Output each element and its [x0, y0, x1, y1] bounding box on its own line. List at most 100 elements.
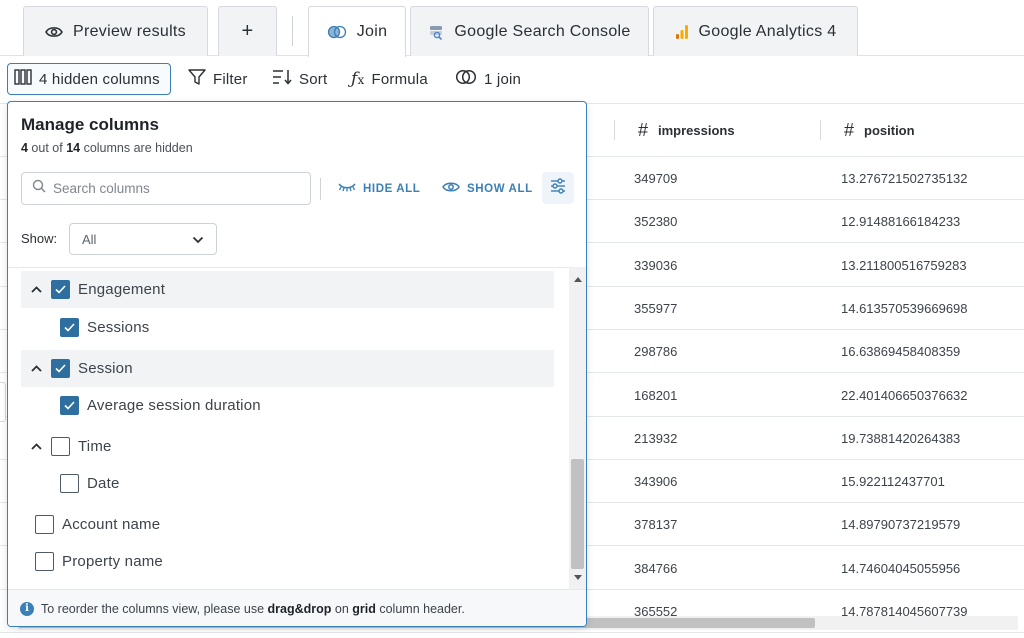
position-cell[interactable]: 14.89790737219579	[841, 503, 960, 546]
filter-button[interactable]: Filter	[188, 63, 248, 95]
add-tab-button[interactable]: +	[218, 6, 277, 56]
impressions-cell[interactable]: 343906	[634, 460, 677, 503]
column-list: Engagement Sessions Session Average session…	[8, 267, 586, 589]
tab-preview-results[interactable]: Preview results	[23, 6, 208, 56]
scroll-down-arrow-icon[interactable]	[569, 569, 586, 585]
number-type-icon: #	[844, 120, 855, 140]
impressions-cell[interactable]: 355977	[634, 287, 677, 330]
position-cell[interactable]: 16.63869458408359	[841, 330, 960, 373]
impressions-cell[interactable]: 168201	[634, 374, 677, 417]
column-item-property-name[interactable]: Property name	[35, 543, 163, 580]
checkbox-icon[interactable]	[35, 552, 54, 571]
column-header-position[interactable]: # position	[844, 104, 915, 157]
checkbox-icon[interactable]	[51, 437, 70, 456]
sort-button[interactable]: Sort	[272, 63, 327, 95]
impressions-cell[interactable]: 339036	[634, 244, 677, 287]
column-group-time[interactable]: Time	[21, 428, 554, 465]
formula-button[interactable]: ƒx Formula	[351, 63, 428, 95]
panel-title: Manage columns	[21, 115, 159, 134]
column-header-impressions[interactable]: # impressions	[638, 104, 735, 157]
column-item-date[interactable]: Date	[60, 465, 120, 502]
sort-label: Sort	[299, 70, 328, 88]
join-icon	[327, 25, 347, 39]
hidden-columns-button[interactable]: 4 hidden columns	[7, 63, 171, 95]
position-cell[interactable]: 14.613570539669698	[841, 287, 968, 330]
tab-strip: Preview results + Join Google Search Con…	[0, 0, 1024, 57]
show-filter-select[interactable]: All	[69, 223, 217, 255]
checkbox-icon[interactable]	[35, 515, 54, 534]
divider	[320, 178, 321, 200]
chevron-down-icon	[192, 232, 204, 247]
column-item-account-name[interactable]: Account name	[35, 506, 160, 543]
impressions-cell[interactable]: 352380	[634, 200, 677, 243]
impressions-cell[interactable]: 349709	[634, 157, 677, 200]
vertical-scrollbar-thumb[interactable]	[571, 459, 584, 569]
checked-checkbox-icon[interactable]	[60, 318, 79, 337]
position-cell[interactable]: 14.74604045055956	[841, 547, 960, 590]
show-all-button[interactable]: SHOW ALL	[442, 172, 533, 205]
hide-all-label: HIDE ALL	[363, 182, 421, 195]
tab-join[interactable]: Join	[308, 6, 406, 57]
checkbox-icon[interactable]	[60, 474, 79, 493]
position-cell[interactable]: 22.401406650376632	[841, 374, 968, 417]
column-header-label: impressions	[658, 123, 735, 138]
column-separator	[820, 120, 821, 140]
vertical-scrollbar[interactable]	[569, 267, 586, 589]
scroll-up-arrow-icon[interactable]	[569, 271, 586, 287]
tab-google-search-console[interactable]: Google Search Console	[410, 6, 649, 56]
checked-checkbox-icon[interactable]	[51, 359, 70, 378]
chevron-up-icon[interactable]	[25, 271, 47, 308]
search-icon	[32, 179, 46, 198]
show-filter-value: All	[82, 231, 97, 247]
hidden-count-text: 4 out of 14 columns are hidden	[21, 141, 193, 155]
impressions-cell[interactable]: 384766	[634, 547, 677, 590]
column-group-session[interactable]: Session	[21, 350, 554, 387]
tab-label: Preview results	[73, 22, 186, 40]
column-separator	[614, 120, 615, 140]
impressions-cell[interactable]: 298786	[634, 330, 677, 373]
chevron-up-icon[interactable]	[25, 350, 47, 387]
manage-columns-panel: Manage columns 4 out of 14 columns are h…	[7, 101, 587, 627]
tab-google-analytics-4[interactable]: Google Analytics 4	[653, 6, 858, 56]
position-cell[interactable]: 12.91488166184233	[841, 200, 960, 243]
collapsed-panel-handle[interactable]	[0, 382, 6, 422]
position-cell[interactable]: 19.73881420264383	[841, 417, 960, 460]
column-item-label: Account name	[62, 516, 161, 533]
chevron-up-icon[interactable]	[25, 428, 47, 465]
eye-closed-icon	[338, 182, 356, 195]
column-item-label: Time	[78, 438, 112, 455]
column-item-average-session-duration[interactable]: Average session duration	[60, 387, 261, 424]
position-cell[interactable]: 13.211800516759283	[841, 244, 967, 287]
filter-icon	[188, 69, 206, 89]
eye-icon	[45, 25, 63, 39]
show-filter-label: Show:	[21, 231, 58, 246]
column-item-sessions[interactable]: Sessions	[60, 309, 149, 346]
info-icon: i	[20, 601, 34, 616]
column-group-engagement[interactable]: Engagement	[21, 271, 554, 308]
tab-label: Join	[356, 23, 388, 40]
tab-label: Google Search Console	[454, 22, 631, 40]
eye-icon	[442, 181, 460, 196]
reorder-hint: i To reorder the columns view, please us…	[8, 589, 586, 626]
hide-all-button[interactable]: HIDE ALL	[338, 172, 420, 205]
impressions-cell[interactable]: 378137	[634, 503, 677, 546]
position-cell[interactable]: 15.922112437701	[841, 460, 945, 503]
position-cell[interactable]: 13.276721502735132	[841, 157, 968, 200]
search-columns-field[interactable]	[21, 172, 311, 205]
checked-checkbox-icon[interactable]	[60, 396, 79, 415]
column-item-label: Property name	[62, 553, 163, 570]
tab-divider	[292, 16, 293, 46]
app-root: Preview results + Join Google Search Con…	[0, 0, 1024, 638]
checked-checkbox-icon[interactable]	[51, 280, 70, 299]
analytics-icon	[675, 24, 689, 40]
number-type-icon: #	[638, 120, 649, 140]
plus-icon: +	[241, 20, 254, 42]
column-item-label: Sessions	[87, 319, 150, 336]
join-button[interactable]: 1 join	[455, 63, 521, 95]
search-console-icon	[428, 24, 444, 40]
column-settings-button[interactable]	[542, 172, 574, 204]
impressions-cell[interactable]: 213932	[634, 417, 677, 460]
search-columns-input[interactable]	[53, 181, 293, 196]
hidden-columns-label: 4 hidden columns	[39, 70, 160, 88]
column-item-label: Date	[87, 475, 120, 492]
